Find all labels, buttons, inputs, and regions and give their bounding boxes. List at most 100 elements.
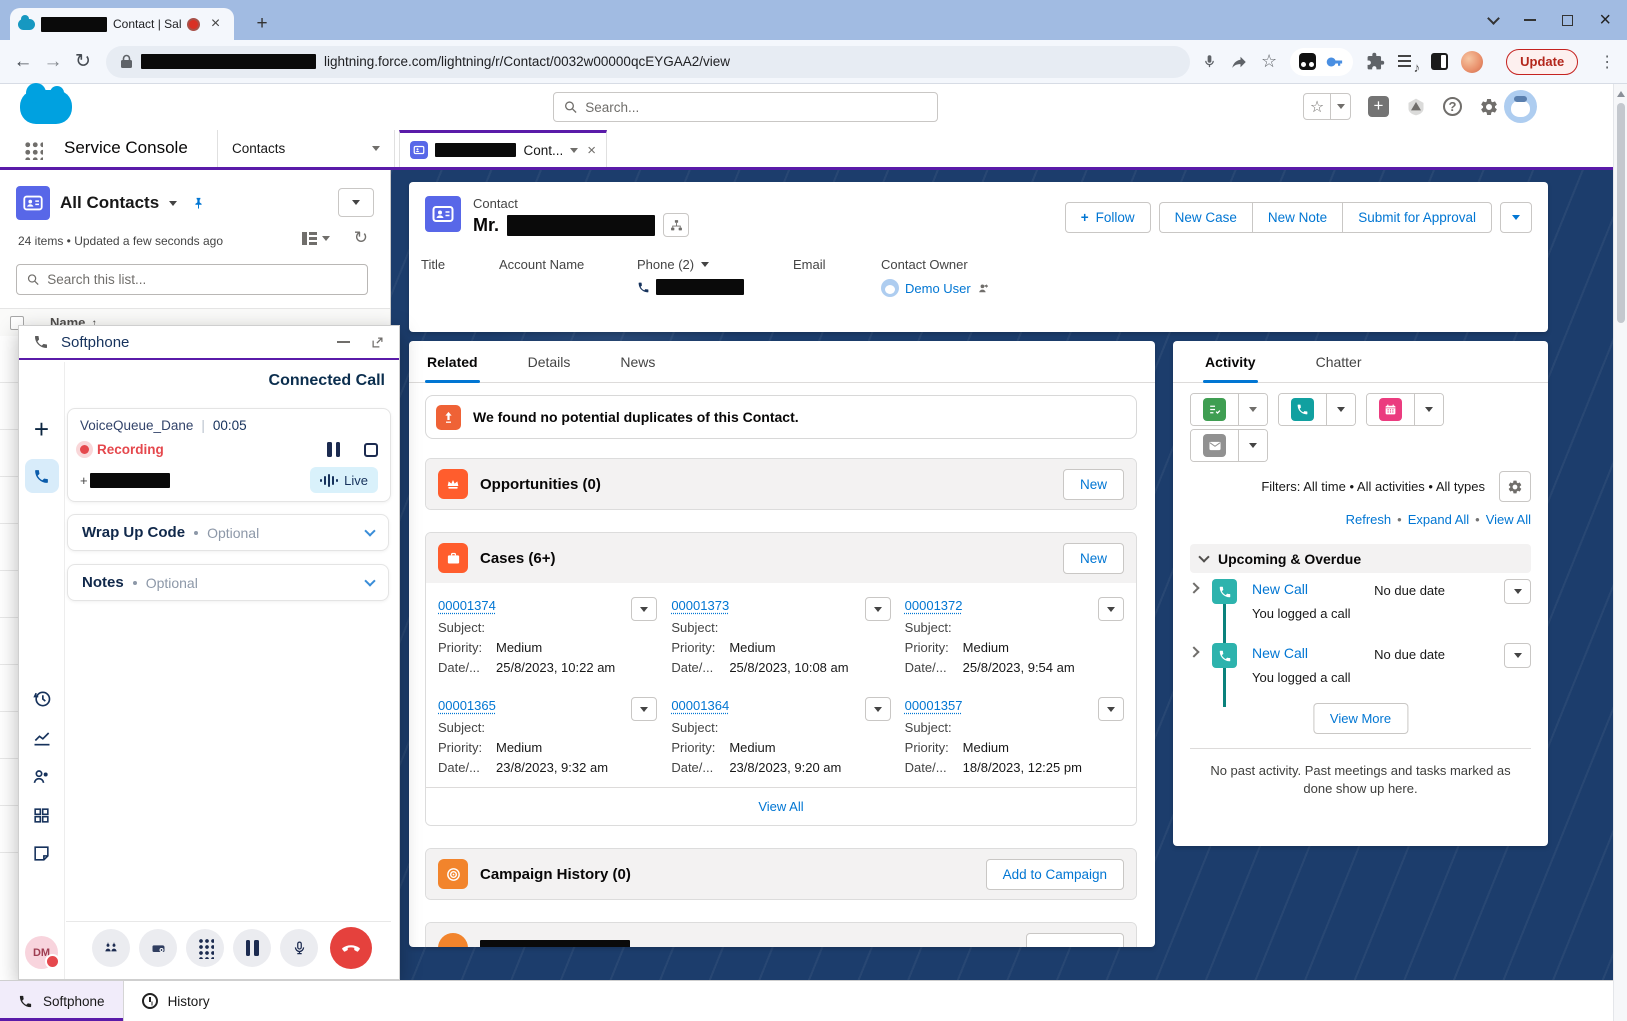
bookmark-star-icon[interactable]: ☆ <box>1261 51 1277 72</box>
cases-view-all-link[interactable]: View All <box>758 799 803 814</box>
case-row-actions-button[interactable] <box>631 697 657 721</box>
submit-for-approval-button[interactable]: Submit for Approval <box>1342 202 1492 233</box>
expand-notes-chevron-icon[interactable] <box>364 575 375 586</box>
list-search[interactable] <box>16 264 368 295</box>
email-chevron-icon[interactable] <box>1238 430 1267 461</box>
activity-item-link[interactable]: New Call <box>1252 645 1308 661</box>
new-case-related-button[interactable]: New <box>1063 543 1124 574</box>
list-view-title[interactable]: All Contacts <box>60 193 159 213</box>
case-number-link[interactable]: 00001365 <box>438 698 496 713</box>
upcoming-overdue-section[interactable]: Upcoming & Overdue <box>1190 544 1531 573</box>
tab-activity[interactable]: Activity <box>1203 354 1258 382</box>
utility-tab-history[interactable]: History <box>124 981 228 1021</box>
window-close-button[interactable]: × <box>1599 10 1611 30</box>
analytics-icon[interactable] <box>32 728 52 748</box>
tab-close-icon[interactable]: × <box>206 15 224 33</box>
tab-details[interactable]: Details <box>526 354 573 382</box>
nav-tab-chevron-icon[interactable] <box>372 146 380 151</box>
phone-field-label[interactable]: Phone (2) <box>637 257 793 272</box>
view-all-link[interactable]: View All <box>1486 512 1531 527</box>
side-panel-icon[interactable] <box>1431 53 1448 70</box>
popout-icon[interactable] <box>370 335 385 350</box>
log-call-button[interactable] <box>1279 394 1326 425</box>
new-case-button[interactable]: New Case <box>1159 202 1252 233</box>
favorite-star-icon[interactable]: ☆ <box>1304 94 1330 119</box>
help-icon[interactable]: ? <box>1443 97 1462 116</box>
playlist-icon[interactable]: ♪ <box>1398 53 1418 71</box>
case-row-actions-button[interactable] <box>865 597 891 621</box>
nav-tab-contacts[interactable]: Contacts <box>217 130 395 167</box>
history-icon[interactable] <box>32 689 52 709</box>
expand-item-chevron-icon[interactable] <box>1188 582 1199 593</box>
case-row-actions-button[interactable] <box>1098 597 1124 621</box>
pause-recording-icon[interactable] <box>327 442 340 457</box>
mic-icon[interactable] <box>1202 52 1217 71</box>
window-minimize-button[interactable] <box>1524 19 1536 21</box>
owner-link[interactable]: Demo User <box>905 281 971 296</box>
end-call-button[interactable] <box>330 927 372 969</box>
global-search-input[interactable] <box>585 100 927 115</box>
mute-button[interactable] <box>280 929 318 967</box>
scrollbar-thumb[interactable] <box>1617 103 1625 323</box>
list-search-input[interactable] <box>47 272 357 287</box>
wrap-up-code-section[interactable]: Wrap Up Code Optional <box>67 514 389 551</box>
stop-recording-icon[interactable] <box>364 443 378 457</box>
list-view-controls-button[interactable] <box>338 188 374 217</box>
contacts-icon[interactable] <box>31 767 52 787</box>
new-tab-button[interactable]: + <box>250 12 274 36</box>
case-row-actions-button[interactable] <box>1098 697 1124 721</box>
cases-title[interactable]: Cases (6+) <box>480 550 555 567</box>
password-key-icon[interactable] <box>1326 53 1344 71</box>
notes-icon[interactable] <box>32 844 51 863</box>
new-event-button[interactable] <box>1367 394 1414 425</box>
campaign-history-title[interactable]: Campaign History (0) <box>480 866 631 883</box>
activity-item-actions-button[interactable] <box>1504 643 1531 668</box>
quick-create-icon[interactable]: + <box>1368 96 1389 117</box>
subtab-chevron-icon[interactable] <box>570 148 578 153</box>
expand-wrap-up-chevron-icon[interactable] <box>364 525 375 536</box>
hold-button[interactable] <box>233 929 271 967</box>
display-as-button[interactable] <box>302 232 330 245</box>
chrome-update-button[interactable]: Update <box>1506 49 1578 75</box>
browser-tab[interactable]: Contact | Sal × <box>10 8 234 40</box>
workspace-subtab-contact[interactable]: Cont... × <box>399 130 607 167</box>
change-owner-icon[interactable] <box>977 282 990 295</box>
section-collapse-chevron-icon[interactable] <box>1198 551 1209 562</box>
clipped-section-button[interactable] <box>1026 933 1124 948</box>
user-avatar[interactable] <box>1504 90 1537 123</box>
case-number-link[interactable]: 00001372 <box>905 598 963 613</box>
tab-related[interactable]: Related <box>425 354 480 382</box>
share-icon[interactable] <box>1230 53 1248 71</box>
utility-tab-softphone[interactable]: Softphone <box>0 981 124 1021</box>
tab-chatter[interactable]: Chatter <box>1314 354 1364 382</box>
case-number-link[interactable]: 00001364 <box>671 698 729 713</box>
case-number-link[interactable]: 00001373 <box>671 598 729 613</box>
activity-item-actions-button[interactable] <box>1504 579 1531 604</box>
add-to-campaign-button[interactable]: Add to Campaign <box>986 859 1124 890</box>
activity-item-link[interactable]: New Call <box>1252 581 1308 597</box>
url-bar[interactable]: lightning.force.com/lightning/r/Contact/… <box>106 46 1190 78</box>
conference-button[interactable] <box>92 929 130 967</box>
case-row-actions-button[interactable] <box>865 697 891 721</box>
list-view-chevron-icon[interactable] <box>169 201 177 206</box>
global-search[interactable] <box>553 92 938 122</box>
tab-search-chevron-icon[interactable] <box>1487 12 1500 25</box>
view-hierarchy-button[interactable] <box>663 213 689 237</box>
guidance-center-icon[interactable] <box>1406 97 1426 117</box>
tab-news[interactable]: News <box>618 354 657 382</box>
back-button[interactable]: ← <box>8 51 38 73</box>
case-number-link[interactable]: 00001374 <box>438 598 496 613</box>
agent-avatar[interactable]: DM <box>25 936 58 969</box>
more-actions-button[interactable] <box>1500 202 1532 233</box>
new-opportunity-button[interactable]: New <box>1063 469 1124 500</box>
browser-profile-avatar[interactable] <box>1461 51 1483 73</box>
reload-button[interactable]: ↻ <box>68 50 98 73</box>
extension-icon[interactable] <box>1299 53 1316 70</box>
scrollbar-up-arrow[interactable] <box>1617 87 1625 97</box>
phone-field-value[interactable] <box>637 279 793 295</box>
new-note-button[interactable]: New Note <box>1252 202 1342 233</box>
subtab-close-icon[interactable]: × <box>587 142 596 159</box>
apps-grid-icon[interactable] <box>32 806 51 825</box>
case-row-actions-button[interactable] <box>631 597 657 621</box>
active-call-tab-icon[interactable] <box>25 459 59 493</box>
